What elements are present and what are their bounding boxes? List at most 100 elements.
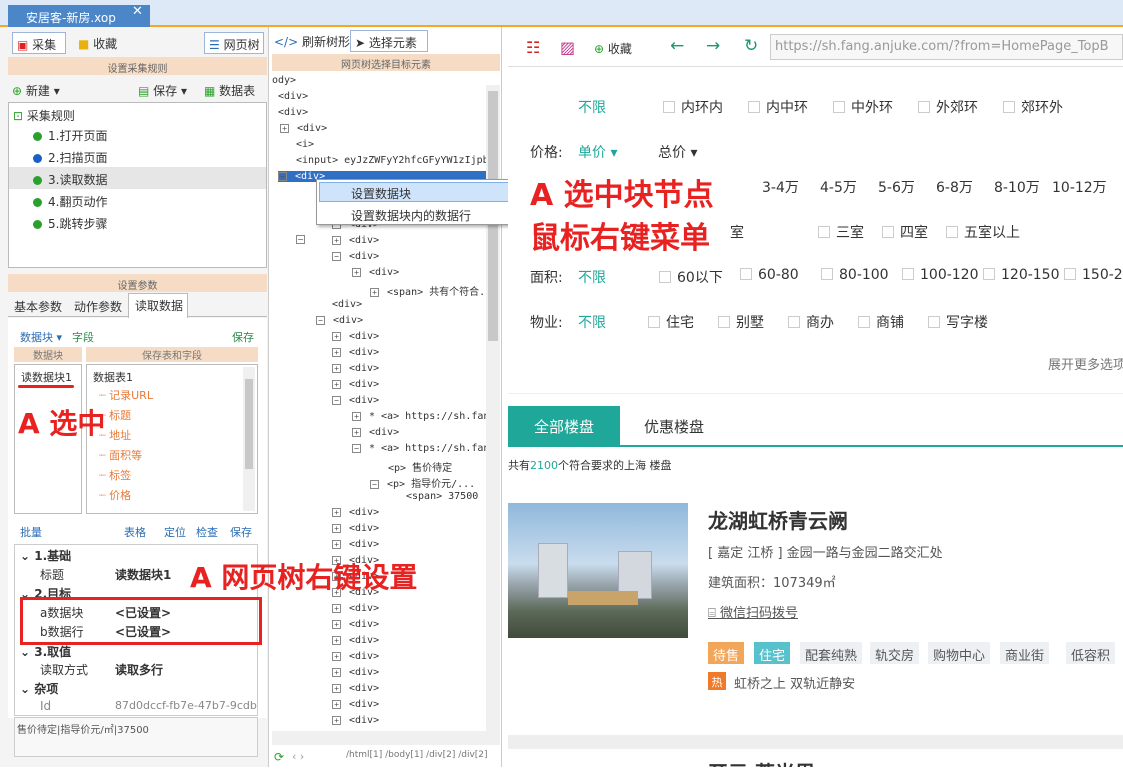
checkbox[interactable] [833, 101, 845, 113]
image-icon[interactable]: ▨ [560, 38, 575, 57]
expand-icon[interactable]: + [332, 540, 341, 549]
listing-photo[interactable] [508, 503, 688, 638]
rule-step[interactable]: 1.打开页面 [9, 123, 266, 145]
forward-icon[interactable]: → [706, 36, 720, 56]
batch-button[interactable]: 批量 [20, 524, 42, 540]
listing-name[interactable]: 龙湖虹桥青云阙 [708, 505, 848, 534]
checkbox[interactable] [1064, 268, 1076, 280]
menu-set-block[interactable]: 设置数据块 [351, 185, 411, 202]
favorite-button[interactable]: ■ 收藏 [74, 32, 128, 54]
tree-node[interactable]: + <div> [332, 331, 379, 342]
table-name[interactable]: 数据表1 [93, 369, 133, 385]
tree-node[interactable]: <div> [278, 91, 308, 102]
price-option[interactable]: 3-4万 [762, 177, 799, 197]
tree-node[interactable]: + <div> [332, 699, 379, 710]
back-icon[interactable]: ← [670, 36, 684, 56]
menu-icon[interactable]: ☷ [526, 38, 540, 57]
locate-button[interactable]: 定位 [164, 524, 186, 540]
checkbox[interactable] [918, 101, 930, 113]
tree-node[interactable]: + <div> [332, 667, 379, 678]
tree-node[interactable]: <p> 售价待定 [388, 459, 452, 474]
tree-node[interactable]: −<div> [316, 315, 363, 326]
price-option[interactable]: 4-5万 [820, 177, 857, 197]
datatable-button[interactable]: ▦ 数据表 [204, 82, 255, 99]
tree-node[interactable]: + <div> [280, 123, 327, 134]
field-item[interactable]: ┈ 标签 [99, 467, 131, 483]
room-option[interactable]: 四室 [882, 222, 928, 242]
checkbox[interactable] [718, 316, 730, 328]
expand-more-link[interactable]: 展开更多选项 [1048, 354, 1123, 373]
price-option[interactable]: 6-8万 [936, 177, 973, 197]
checkbox[interactable] [663, 101, 675, 113]
tree-node[interactable]: ody> [272, 75, 296, 86]
rule-step[interactable]: 3.读取数据 [9, 167, 266, 189]
tab-read-data[interactable]: 读取数据 [135, 297, 183, 314]
expand-icon[interactable]: − [316, 316, 325, 325]
checkbox[interactable] [740, 268, 752, 280]
url-bar[interactable]: https://sh.fang.anjuke.com/?from=HomePag… [770, 34, 1123, 60]
rule-step[interactable]: 4.翻页动作 [9, 189, 266, 211]
nav-arrows-icon[interactable]: ‹ › [292, 750, 304, 763]
block-menu[interactable]: 数据块 ▾ [20, 329, 62, 345]
menu-set-rows[interactable]: 设置数据块内的数据行 [351, 207, 471, 224]
collect-button[interactable]: ▣ 采集 [12, 32, 66, 54]
expand-icon[interactable]: − [278, 172, 287, 181]
room-option[interactable]: 三室 [818, 222, 864, 242]
field-item[interactable]: ┈ 记录URL [99, 387, 153, 403]
expand-icon[interactable]: + [352, 268, 361, 277]
checkbox[interactable] [788, 316, 800, 328]
table-button[interactable]: 表格 [124, 524, 146, 540]
checkbox[interactable] [858, 316, 870, 328]
expand-icon[interactable]: − [370, 480, 379, 489]
favorite-page-button[interactable]: ⊕ 收藏 [594, 40, 632, 57]
tree-node[interactable]: + <div> [332, 715, 379, 726]
field-button[interactable]: 字段 [72, 329, 94, 345]
refresh-icon[interactable]: ⟳ [274, 750, 284, 764]
expand-icon[interactable]: + [352, 412, 361, 421]
tree-node[interactable]: + <div> [332, 363, 379, 374]
new-button[interactable]: ⊕ 新建 ▾ [12, 82, 60, 99]
expand-icon[interactable]: + [332, 716, 341, 725]
expand-icon[interactable]: + [332, 636, 341, 645]
tree-node[interactable]: + <span> 共有个符合... [370, 283, 486, 298]
tree-node[interactable]: + <div> [332, 379, 379, 390]
expand-icon[interactable]: + [280, 124, 289, 133]
rule-step[interactable]: 2.扫描页面 [9, 145, 266, 167]
expand-icon[interactable]: + [332, 508, 341, 517]
tree-node[interactable]: −<div> [332, 395, 379, 406]
expand-icon[interactable]: + [332, 524, 341, 533]
tree-hscrollbar[interactable] [272, 731, 500, 745]
expand-icon[interactable]: + [332, 364, 341, 373]
document-tab[interactable]: 安居客-新房.xop [8, 5, 150, 27]
tab-action-params[interactable]: 动作参数 [74, 298, 122, 315]
checkbox[interactable] [659, 271, 671, 283]
tree-node[interactable]: + <div> [332, 603, 379, 614]
tree-node[interactable]: −<div> [332, 251, 379, 262]
expand-icon[interactable]: + [332, 620, 341, 629]
tree-node[interactable]: + <div> [332, 235, 379, 246]
expand-icon[interactable]: + [332, 332, 341, 341]
tree-node[interactable]: + <div> [352, 267, 399, 278]
tree-node[interactable]: + * <a> https://sh.fang.a [352, 411, 486, 422]
filter-option[interactable]: 写字楼 [928, 312, 988, 332]
checkbox[interactable] [983, 268, 995, 280]
save-rule-button[interactable]: ▤ 保存 ▾ [138, 82, 187, 99]
checkbox[interactable] [1003, 101, 1015, 113]
expand-icon[interactable]: − [332, 252, 341, 261]
tree-node[interactable]: + <div> [332, 651, 379, 662]
price-option[interactable]: 8-10万 [994, 177, 1040, 197]
filter-option[interactable]: 商办 [788, 312, 834, 332]
filter-option[interactable]: 郊环外 [1003, 97, 1063, 117]
tree-node[interactable]: + <div> [332, 683, 379, 694]
page-hscrollbar[interactable] [508, 735, 1123, 749]
filter-option[interactable]: 不限 [578, 97, 606, 117]
tree-node[interactable]: <input> eyJzZWFyY2hfcGFyYW1zIjpb [296, 155, 486, 166]
field-item[interactable]: ┈ 价格 [99, 487, 131, 503]
price-option[interactable]: 10-12万 [1052, 177, 1107, 197]
tree-node[interactable]: <div> [278, 107, 308, 118]
tree-node[interactable]: + <div> [332, 523, 379, 534]
checkbox[interactable] [902, 268, 914, 280]
room-option[interactable]: 五室以上 [946, 222, 1020, 242]
tab-basic-params[interactable]: 基本参数 [14, 298, 62, 315]
select-element-button[interactable]: ➤ 选择元素 [350, 30, 428, 52]
